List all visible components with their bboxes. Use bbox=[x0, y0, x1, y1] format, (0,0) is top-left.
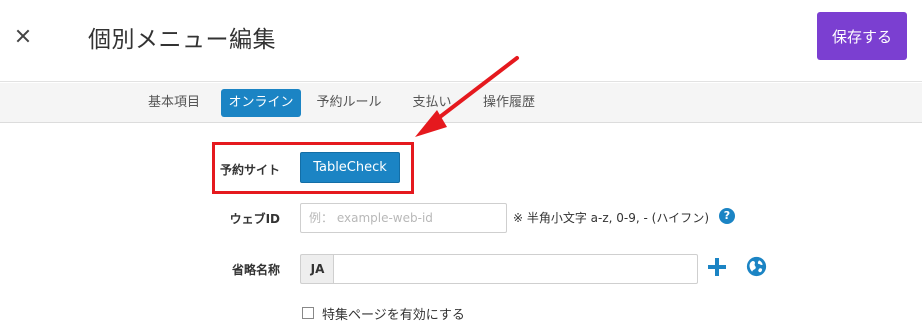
plus-icon[interactable] bbox=[707, 257, 727, 277]
booking-site-button[interactable]: TableCheck bbox=[300, 152, 400, 183]
tab-history[interactable]: 操作履歴 bbox=[474, 89, 544, 117]
web-id-input[interactable] bbox=[300, 203, 507, 233]
feature-page-checkbox[interactable] bbox=[302, 307, 314, 319]
tab-payment[interactable]: 支払い bbox=[404, 89, 460, 117]
save-button[interactable]: 保存する bbox=[817, 12, 907, 60]
tab-booking-rules[interactable]: 予約ルール bbox=[311, 89, 387, 117]
web-id-hint: ※ 半角小文字 a-z, 0-9, - (ハイフン) bbox=[513, 211, 710, 225]
language-prefix: JA bbox=[300, 254, 334, 284]
short-name-input[interactable] bbox=[333, 254, 698, 284]
tab-online[interactable]: オンライン bbox=[221, 89, 301, 117]
help-icon[interactable]: ? bbox=[719, 208, 735, 224]
tab-basic-items[interactable]: 基本項目 bbox=[140, 89, 208, 117]
web-id-label: ウェブID bbox=[229, 212, 280, 226]
close-icon[interactable] bbox=[13, 26, 33, 46]
page-title: 個別メニュー編集 bbox=[88, 27, 276, 53]
globe-icon[interactable] bbox=[746, 256, 767, 277]
short-name-label: 省略名称 bbox=[231, 263, 280, 277]
tab-bar: 基本項目 オンライン 予約ルール 支払い 操作履歴 bbox=[0, 83, 922, 123]
feature-page-label: 特集ページを有効にする bbox=[322, 308, 465, 323]
header: 個別メニュー編集 保存する bbox=[0, 0, 922, 82]
